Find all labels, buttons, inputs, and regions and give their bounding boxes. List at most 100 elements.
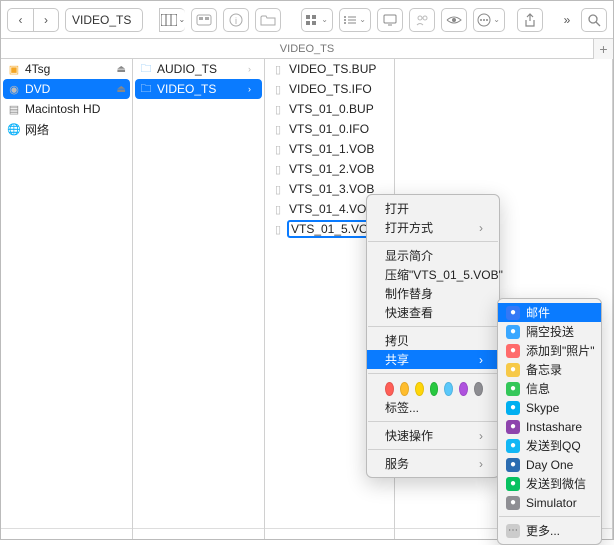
- app-icon: ●: [506, 325, 520, 339]
- folder-item[interactable]: 🗀VIDEO_TS›: [135, 79, 262, 99]
- file-item[interactable]: ▯VIDEO_TS.IFO: [265, 79, 394, 99]
- info-icon: i: [229, 13, 243, 27]
- tag-dot[interactable]: [385, 382, 394, 396]
- share-button[interactable]: [517, 8, 543, 32]
- eject-icon[interactable]: ⏏: [117, 84, 126, 95]
- file-icon: ▯: [271, 182, 285, 196]
- menu-make-alias[interactable]: 制作替身: [367, 284, 499, 303]
- svg-text:i: i: [235, 16, 237, 26]
- tag-dot[interactable]: [430, 382, 439, 396]
- share-more[interactable]: ⋯ 更多...: [498, 521, 601, 540]
- folder-icon: 🗀: [139, 62, 153, 76]
- app-icon: ●: [506, 458, 520, 472]
- eye-icon: [446, 15, 462, 25]
- share-label: Simulator: [526, 496, 577, 510]
- sidebar-item[interactable]: ◉DVD⏏: [3, 79, 130, 99]
- share-item[interactable]: ●Instashare: [498, 417, 601, 436]
- file-item[interactable]: ▯VTS_01_2.VOB: [265, 159, 394, 179]
- path-title: VIDEO_TS: [280, 43, 334, 55]
- more-icon: [477, 13, 491, 27]
- eject-icon[interactable]: ⏏: [117, 64, 126, 75]
- share-label: 隔空投送: [526, 323, 574, 340]
- share-submenu: ●邮件●隔空投送●添加到"照片"●备忘录●信息●Skype●Instashare…: [497, 298, 602, 545]
- tag-dot[interactable]: [459, 382, 468, 396]
- forward-button[interactable]: ›: [33, 8, 59, 32]
- view-columns-button[interactable]: ⌄: [159, 8, 185, 32]
- file-icon: ▯: [271, 62, 285, 76]
- share-item[interactable]: ●Simulator: [498, 493, 601, 512]
- menu-open[interactable]: 打开: [367, 199, 499, 218]
- hd-icon: ▤: [7, 102, 21, 116]
- menu-get-info[interactable]: 显示简介: [367, 246, 499, 265]
- file-item[interactable]: ▯VIDEO_TS.BUP: [265, 59, 394, 79]
- app-icon: ●: [506, 420, 520, 434]
- menu-compress[interactable]: 压缩"VTS_01_5.VOB": [367, 265, 499, 284]
- sort-menu-button[interactable]: ⌄: [339, 8, 371, 32]
- file-label: VIDEO_TS.IFO: [289, 82, 388, 96]
- menu-share[interactable]: 共享: [367, 350, 499, 369]
- share-item[interactable]: ●邮件: [498, 303, 601, 322]
- share-item[interactable]: ●发送到QQ: [498, 436, 601, 455]
- share-item[interactable]: ●Day One: [498, 455, 601, 474]
- share-item[interactable]: ● Skype: [498, 398, 601, 417]
- file-item[interactable]: ▯VTS_01_0.IFO: [265, 119, 394, 139]
- info-button[interactable]: i: [223, 8, 249, 32]
- menu-tags[interactable]: 标签...: [367, 398, 499, 417]
- more-icon: ⋯: [506, 524, 520, 538]
- file-icon: ▯: [271, 162, 285, 176]
- tag-dot[interactable]: [400, 382, 409, 396]
- sidebar-item[interactable]: ▤Macintosh HD: [1, 99, 132, 119]
- context-menu: 打开 打开方式 显示简介 压缩"VTS_01_5.VOB" 制作替身 快速查看 …: [366, 194, 500, 478]
- sidebar-item[interactable]: ▣4Tsg⏏: [1, 59, 132, 79]
- file-icon: ▯: [271, 202, 285, 216]
- share-toolbar-button[interactable]: [409, 8, 435, 32]
- file-item[interactable]: ▯VTS_01_1.VOB: [265, 139, 394, 159]
- tag-dot[interactable]: [444, 382, 453, 396]
- folder-title[interactable]: VIDEO_TS: [65, 8, 143, 32]
- action-menu-button[interactable]: ⌄: [473, 8, 505, 32]
- folder-icon: 🗀: [139, 82, 153, 96]
- share-item[interactable]: ●发送到微信: [498, 474, 601, 493]
- app-icon: ●: [506, 401, 520, 415]
- file-icon: ▯: [271, 142, 285, 156]
- menu-open-with[interactable]: 打开方式: [367, 218, 499, 237]
- sidebar-item[interactable]: 🌐网络: [1, 119, 132, 139]
- menu-quick-actions[interactable]: 快速操作: [367, 426, 499, 445]
- menu-copy[interactable]: 拷贝: [367, 331, 499, 350]
- share-label: 备忘录: [526, 361, 562, 378]
- chevron-right-icon: ›: [248, 64, 258, 74]
- tag-dot[interactable]: [474, 382, 483, 396]
- back-button[interactable]: ‹: [7, 8, 33, 32]
- menu-tags-row: [367, 378, 499, 398]
- file-label: VTS_01_0.IFO: [289, 122, 388, 136]
- group-button[interactable]: [191, 8, 217, 32]
- sidebar-label: 4Tsg: [25, 62, 113, 76]
- search-button[interactable]: [581, 8, 607, 32]
- sidebar-label: 网络: [25, 121, 126, 138]
- columns-icon: [161, 14, 177, 26]
- tag-dot[interactable]: [415, 382, 424, 396]
- folder-item[interactable]: 🗀AUDIO_TS›: [133, 59, 264, 79]
- share-item[interactable]: ● 隔空投送: [498, 322, 601, 341]
- share-item[interactable]: ●添加到"照片": [498, 341, 601, 360]
- app-icon: ●: [506, 344, 520, 358]
- display-icon: [383, 14, 397, 26]
- file-item[interactable]: ▯VTS_01_0.BUP: [265, 99, 394, 119]
- menu-services[interactable]: 服务: [367, 454, 499, 473]
- app-icon: ●: [506, 439, 520, 453]
- share-item[interactable]: ●备忘录: [498, 360, 601, 379]
- share-more-label: 更多...: [526, 522, 560, 539]
- airdrop-button[interactable]: [377, 8, 403, 32]
- group-icon: [196, 14, 212, 26]
- new-folder-button[interactable]: [255, 8, 281, 32]
- grid-icon: [305, 14, 319, 26]
- add-tab-button[interactable]: +: [593, 39, 613, 59]
- path-bar: VIDEO_TS +: [1, 39, 613, 59]
- share-label: Skype: [526, 401, 559, 415]
- overflow-button[interactable]: »: [559, 8, 575, 32]
- arrange-button[interactable]: ⌄: [301, 8, 333, 32]
- share-item[interactable]: ●信息: [498, 379, 601, 398]
- preview-button[interactable]: [441, 8, 467, 32]
- chevron-right-icon: ›: [248, 84, 258, 94]
- menu-quick-look[interactable]: 快速查看: [367, 303, 499, 322]
